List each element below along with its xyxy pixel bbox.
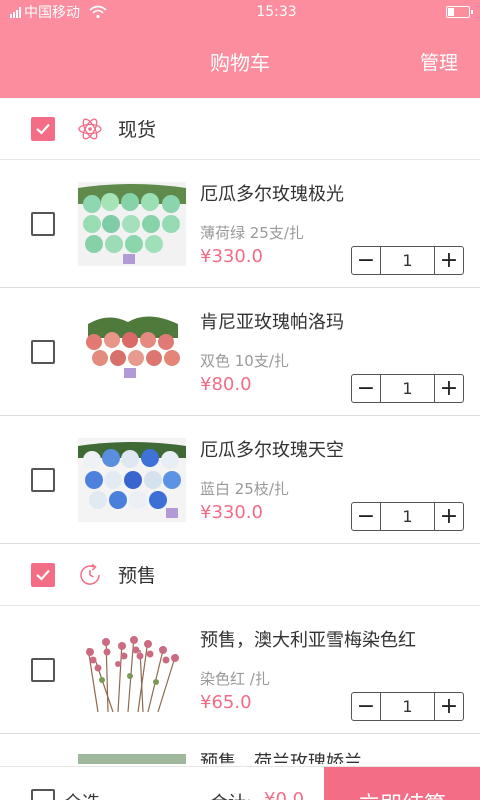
increase-quantity-button[interactable]: +	[434, 375, 463, 402]
product-spec: 染色红 /扎	[200, 670, 270, 688]
atom-icon	[77, 116, 103, 142]
product-price: ¥330.0	[200, 246, 263, 267]
product-spec: 薄荷绿 25支/扎	[200, 224, 304, 242]
section-header-presale: 预售	[0, 544, 480, 606]
quantity-value[interactable]: 1	[381, 503, 434, 530]
quantity-value[interactable]: 1	[381, 375, 434, 402]
product-price: ¥80.0	[200, 374, 252, 395]
increase-quantity-button[interactable]: +	[434, 503, 463, 530]
decrease-quantity-button[interactable]: −	[352, 247, 381, 274]
decrease-quantity-button[interactable]: −	[352, 693, 381, 720]
product-image[interactable]	[78, 309, 186, 394]
product-image[interactable]	[78, 437, 186, 522]
item-checkbox[interactable]	[31, 657, 55, 682]
product-name[interactable]: 厄瓜多尔玫瑰极光	[200, 180, 344, 206]
quantity-stepper: − 1 +	[351, 246, 464, 275]
product-image[interactable]	[78, 627, 186, 712]
clock-refresh-icon	[77, 562, 103, 588]
section-title-in-stock: 现货	[118, 119, 157, 141]
product-image[interactable]	[78, 754, 186, 764]
carrier-label: 中国移动	[24, 5, 80, 21]
product-image[interactable]	[78, 181, 186, 266]
cart-item: 厄瓜多尔玫瑰极光 薄荷绿 25支/扎 ¥330.0 − 1 +	[0, 160, 480, 288]
wifi-icon	[89, 5, 107, 19]
clock: 15:33	[256, 4, 297, 20]
section-checkbox-presale[interactable]	[31, 562, 55, 587]
product-spec: 蓝白 25枝/扎	[200, 480, 289, 498]
item-checkbox[interactable]	[31, 467, 55, 492]
decrease-quantity-button[interactable]: −	[352, 375, 381, 402]
signal-icon	[10, 6, 21, 18]
product-name[interactable]: 预售，澳大利亚雪梅染色红	[200, 626, 416, 652]
product-spec: 双色 10支/扎	[200, 352, 289, 370]
quantity-value[interactable]: 1	[381, 247, 434, 274]
cart-item: 预售，澳大利亚雪梅染色红 染色红 /扎 ¥65.0 − 1 +	[0, 606, 480, 734]
product-name[interactable]: 预售，荷兰玫瑰娇兰	[200, 748, 362, 764]
decrease-quantity-button[interactable]: −	[352, 503, 381, 530]
select-all-label[interactable]: 全选	[64, 789, 100, 800]
total-price: ¥0.0	[264, 789, 305, 800]
section-checkbox-in-stock[interactable]	[31, 116, 55, 141]
checkout-button[interactable]: 立即结算	[324, 767, 480, 800]
product-price: ¥65.0	[200, 692, 252, 713]
quantity-stepper: − 1 +	[351, 374, 464, 403]
select-all-checkbox[interactable]	[31, 789, 55, 800]
item-checkbox[interactable]	[31, 211, 55, 236]
manage-button[interactable]: 管理	[420, 48, 458, 75]
battery-icon	[445, 6, 473, 18]
section-title-presale: 预售	[118, 565, 157, 587]
product-name[interactable]: 厄瓜多尔玫瑰天空	[200, 436, 344, 462]
total-label: 合计:	[210, 789, 252, 800]
product-name[interactable]: 肯尼亚玫瑰帕洛玛	[200, 308, 344, 334]
status-left: 中国移动	[10, 2, 107, 22]
checkout-bar: 全选 合计: ¥0.0 立即结算	[0, 766, 480, 800]
section-header-in-stock: 现货	[0, 98, 480, 160]
quantity-value[interactable]: 1	[381, 693, 434, 720]
item-checkbox[interactable]	[31, 339, 55, 364]
quantity-stepper: − 1 +	[351, 502, 464, 531]
cart-item: 肯尼亚玫瑰帕洛玛 双色 10支/扎 ¥80.0 − 1 +	[0, 288, 480, 416]
status-bar: 中国移动 15:33	[0, 0, 480, 24]
increase-quantity-button[interactable]: +	[434, 693, 463, 720]
quantity-stepper: − 1 +	[351, 692, 464, 721]
cart-item: 预售，荷兰玫瑰娇兰	[0, 734, 480, 764]
app-header: 购物车 管理	[0, 24, 480, 98]
increase-quantity-button[interactable]: +	[434, 247, 463, 274]
page-title: 购物车	[210, 50, 270, 75]
cart-item: 厄瓜多尔玫瑰天空 蓝白 25枝/扎 ¥330.0 − 1 +	[0, 416, 480, 544]
product-price: ¥330.0	[200, 502, 263, 523]
